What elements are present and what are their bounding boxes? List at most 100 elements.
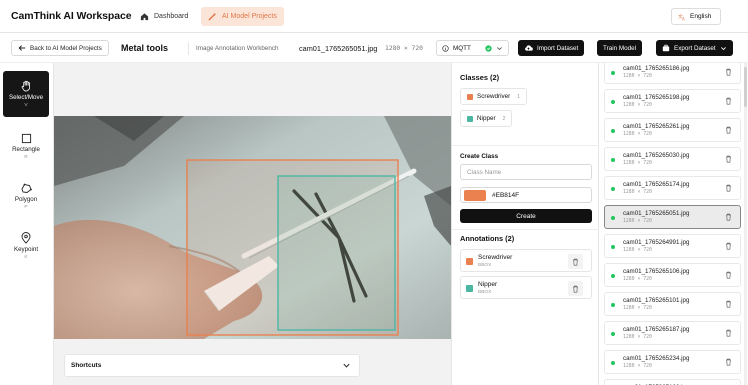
back-button[interactable]: Back to AI Model Projects	[11, 40, 109, 56]
image-file-name: cam01_1765265106.jpg	[623, 268, 690, 275]
tool-polygon[interactable]: Polygon P	[3, 173, 49, 219]
delete-image-button[interactable]	[725, 242, 732, 252]
model-select[interactable]: MQTT	[436, 40, 509, 56]
image-list-item[interactable]: cam01_1765265051.jpg 1280 × 720	[604, 205, 741, 229]
delete-image-button[interactable]	[725, 126, 732, 136]
import-dataset-button[interactable]: Import Dataset	[518, 40, 585, 56]
image-list-item[interactable]: cam01_1765265261.jpg 1280 × 720	[604, 118, 741, 142]
trash-icon	[726, 271, 731, 279]
delete-image-button[interactable]	[725, 184, 732, 194]
polygon-icon	[21, 183, 32, 193]
arrow-left-icon	[18, 45, 26, 51]
annotation-item-screwdriver[interactable]: Screwdriver BBOX	[460, 249, 592, 272]
nav-tab-dashboard[interactable]: Dashboard	[133, 7, 195, 26]
trash-icon	[726, 184, 731, 192]
image-file-dims: 1280 × 720	[623, 306, 652, 311]
tool-label: Keypoint	[13, 246, 39, 253]
cloud-upload-icon	[525, 45, 533, 51]
trash-icon	[726, 126, 731, 134]
info-icon	[442, 44, 449, 52]
delete-image-button[interactable]	[725, 271, 732, 281]
annotated-image[interactable]	[54, 116, 451, 339]
image-list-item[interactable]: cam01_1765265106.jpg 1280 × 720	[604, 263, 741, 287]
image-list-item[interactable]: cam01_1765265030.jpg 1280 × 720	[604, 147, 741, 171]
image-file-dims: 1280 × 720	[623, 335, 652, 340]
delete-image-button[interactable]	[725, 213, 732, 223]
delete-annotation-button[interactable]	[568, 281, 583, 296]
export-dataset-button[interactable]: Export Dataset	[656, 40, 733, 56]
trash-icon	[726, 358, 731, 366]
image-list-item[interactable]: cam01_1765265101.jpg 1280 × 720	[604, 292, 741, 316]
class-color-picker[interactable]: #EB814F	[460, 187, 592, 203]
trash-icon	[573, 285, 578, 292]
class-name: Screwdriver	[477, 93, 511, 100]
delete-image-button[interactable]	[725, 68, 732, 78]
magic-wand-icon	[208, 12, 217, 21]
tool-label: Select/Move	[8, 94, 44, 101]
tool-rail: Select/Move V Rectangle R Polygon P Keyp…	[0, 63, 54, 385]
tool-select-move[interactable]: Select/Move V	[3, 71, 49, 117]
image-file-dims: 1280 × 720	[623, 103, 652, 108]
delete-image-button[interactable]	[725, 329, 732, 339]
class-chip-nipper[interactable]: Nipper 2	[460, 110, 513, 127]
image-list-item[interactable]: cam01_1765265198.jpg 1280 × 720	[604, 89, 741, 113]
class-chip-screwdriver[interactable]: Screwdriver 1	[460, 88, 528, 105]
image-file-dims: 1280 × 720	[623, 277, 652, 282]
trash-icon	[726, 300, 731, 308]
image-list[interactable]: cam01_1765265186.jpg 1280 × 720 cam01_1765…	[598, 63, 748, 385]
tool-keypoint[interactable]: Keypoint K	[3, 223, 49, 269]
toolbar-divider	[188, 42, 189, 55]
trash-icon	[573, 258, 578, 265]
shortcuts-panel[interactable]: Shortcuts	[64, 354, 360, 377]
home-icon	[140, 13, 149, 21]
image-file-name: cam01_1765265101.jpg	[623, 297, 690, 304]
create-class-button[interactable]: Create	[460, 209, 592, 223]
image-list-item[interactable]: cam01_1765265166.jpg1280 × 720	[604, 379, 741, 385]
image-file-dims: 1280 × 720	[623, 248, 652, 253]
train-model-button[interactable]: Train Model	[597, 40, 643, 56]
image-file-dims: 1280 × 720	[623, 190, 652, 195]
tool-rectangle[interactable]: Rectangle R	[3, 123, 49, 169]
image-file-name: cam01_1765264991.jpg	[623, 239, 690, 246]
annotation-canvas[interactable]: Shortcuts	[54, 63, 451, 385]
image-file-dims: 1280 × 720	[623, 364, 652, 369]
svg-text:A: A	[682, 16, 685, 20]
image-list-item[interactable]: cam01_1765265186.jpg 1280 × 720	[604, 63, 741, 84]
image-file-dims: 1280 × 720	[623, 132, 652, 137]
annotation-name: Screwdriver	[478, 254, 513, 261]
train-model-label: Train Model	[603, 44, 637, 52]
delete-image-button[interactable]	[725, 300, 732, 310]
image-list-item[interactable]: cam01_1765265187.jpg 1280 × 720	[604, 321, 741, 345]
image-list-item[interactable]: cam01_1765265174.jpg 1280 × 720	[604, 176, 741, 200]
image-list-item[interactable]: cam01_1765264991.jpg 1280 × 720	[604, 234, 741, 258]
status-dot	[611, 274, 615, 278]
create-class-title: Create Class	[460, 153, 499, 160]
panel-divider	[452, 145, 599, 146]
scrollbar-thumb[interactable]	[744, 67, 747, 107]
trash-icon	[726, 97, 731, 105]
status-dot	[611, 332, 615, 336]
briefcase-icon	[662, 44, 670, 52]
language-select[interactable]: 文A English	[671, 8, 721, 25]
annotations-title: Annotations (2)	[460, 234, 515, 243]
image-list-scrollbar[interactable]	[744, 63, 747, 385]
tool-label: Polygon	[14, 195, 38, 203]
class-name-input[interactable]: Class Name	[460, 164, 592, 180]
delete-image-button[interactable]	[725, 155, 732, 165]
annotation-item-nipper[interactable]: Nipper BBOX	[460, 276, 592, 299]
delete-image-button[interactable]	[725, 358, 732, 368]
image-list-item[interactable]: cam01_1765265234.jpg 1280 × 720	[604, 350, 741, 374]
nav-tab-label: Dashboard	[154, 13, 189, 20]
delete-image-button[interactable]	[725, 97, 732, 107]
delete-annotation-button[interactable]	[568, 254, 583, 269]
export-dataset-label: Export Dataset	[674, 44, 716, 52]
hand-icon	[21, 80, 30, 92]
color-preview	[464, 189, 486, 201]
workbench-label: Image Annotation Workbench	[196, 45, 279, 52]
status-dot	[611, 245, 615, 249]
back-button-label: Back to AI Model Projects	[30, 44, 102, 52]
translate-icon: 文A	[678, 13, 685, 21]
nav-tab-ai-model-projects[interactable]: AI Model Projects	[201, 7, 284, 26]
image-file-name: cam01_1765265174.jpg	[623, 181, 690, 188]
current-file-name: cam01_1765265051.jpg	[299, 44, 378, 53]
